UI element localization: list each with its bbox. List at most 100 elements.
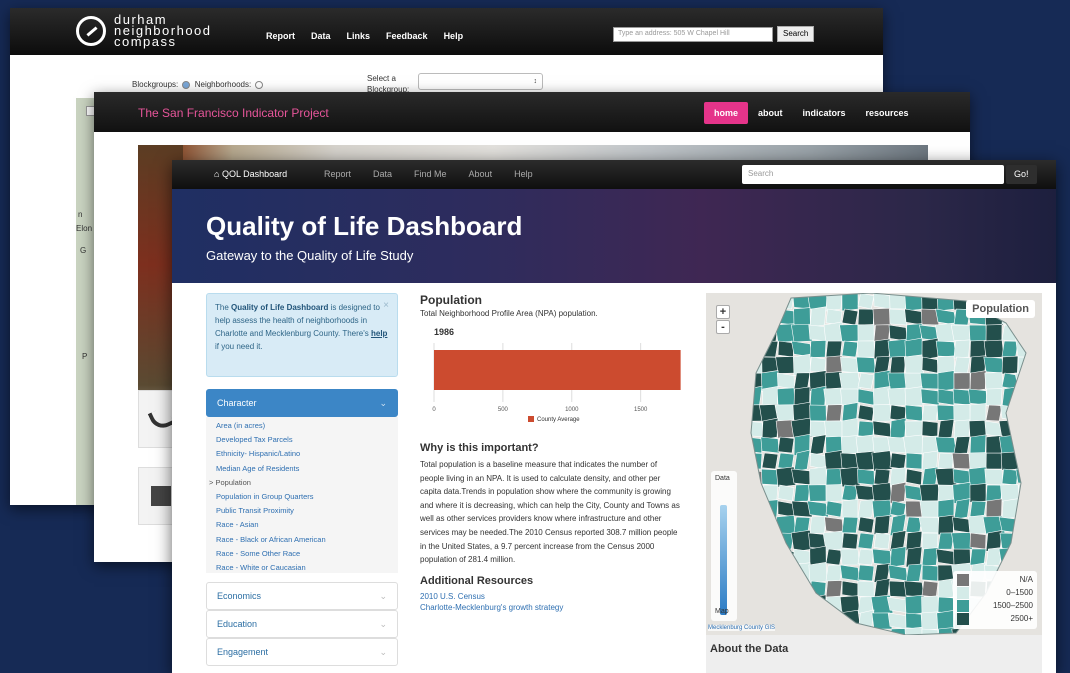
npa-polygon[interactable]: [1033, 453, 1042, 469]
npa-polygon[interactable]: [823, 610, 845, 632]
npa-polygon[interactable]: [793, 580, 811, 598]
npa-polygon[interactable]: [1032, 484, 1042, 503]
npa-polygon[interactable]: [775, 610, 797, 632]
npa-polygon[interactable]: [1034, 498, 1042, 519]
npa-polygon[interactable]: [1017, 404, 1034, 422]
qol-menu-report[interactable]: Report: [324, 169, 351, 179]
npa-polygon[interactable]: [857, 324, 875, 342]
npa-polygon[interactable]: [1034, 531, 1042, 551]
npa-polygon[interactable]: [1001, 340, 1019, 358]
npa-polygon[interactable]: [839, 626, 861, 635]
npa-polygon[interactable]: [872, 548, 892, 566]
npa-polygon[interactable]: [825, 595, 843, 615]
npa-polygon[interactable]: [969, 434, 987, 456]
npa-polygon[interactable]: [985, 324, 1003, 342]
npa-polygon[interactable]: [839, 324, 861, 342]
npa-polygon[interactable]: [760, 562, 780, 584]
npa-polygon[interactable]: [777, 596, 795, 614]
metric-item[interactable]: Race - White or Caucasian: [216, 561, 398, 575]
npa-polygon[interactable]: [888, 324, 908, 342]
npa-polygon[interactable]: [761, 452, 779, 470]
npa-polygon[interactable]: [809, 404, 827, 422]
npa-polygon[interactable]: [951, 532, 973, 550]
npa-polygon[interactable]: [921, 547, 939, 567]
npa-polygon[interactable]: [969, 548, 987, 566]
neighborhoods-radio[interactable]: [255, 80, 264, 89]
npa-polygon[interactable]: [1034, 373, 1042, 389]
npa-polygon[interactable]: [921, 595, 939, 615]
npa-polygon[interactable]: [857, 388, 875, 406]
npa-polygon[interactable]: [761, 580, 779, 598]
durham-menu-links[interactable]: Links: [347, 31, 371, 41]
npa-polygon[interactable]: [905, 468, 923, 486]
npa-polygon[interactable]: [809, 434, 827, 456]
durham-menu-data[interactable]: Data: [311, 31, 331, 41]
npa-polygon[interactable]: [746, 436, 763, 454]
qol-menu-help[interactable]: Help: [514, 169, 533, 179]
npa-polygon[interactable]: [809, 515, 827, 535]
accordion-header-economics[interactable]: Economics ⌄: [206, 582, 398, 610]
npa-polygon[interactable]: [825, 564, 843, 582]
npa-polygon[interactable]: [857, 420, 875, 438]
npa-polygon[interactable]: [919, 500, 941, 518]
npa-polygon[interactable]: [903, 434, 925, 456]
npa-polygon[interactable]: [744, 545, 765, 569]
npa-polygon[interactable]: [809, 452, 827, 470]
npa-polygon[interactable]: [746, 516, 763, 534]
npa-polygon[interactable]: [777, 452, 795, 470]
sf-menu-resources[interactable]: resources: [856, 102, 919, 124]
npa-polygon[interactable]: [919, 372, 941, 390]
npa-polygon[interactable]: [872, 307, 892, 327]
npa-polygon[interactable]: [1017, 548, 1034, 566]
npa-polygon[interactable]: [951, 627, 973, 635]
npa-polygon[interactable]: [871, 450, 893, 472]
npa-polygon[interactable]: [984, 468, 1004, 486]
durham-address-input[interactable]: Type an address: 505 W Chapel Hill: [613, 27, 773, 42]
npa-polygon[interactable]: [1034, 437, 1042, 453]
sf-menu-indicators[interactable]: indicators: [793, 102, 856, 124]
npa-polygon[interactable]: [872, 420, 892, 438]
durham-search-button[interactable]: Search: [777, 26, 815, 42]
npa-polygon[interactable]: [1034, 387, 1042, 407]
npa-polygon[interactable]: [968, 388, 988, 406]
npa-polygon[interactable]: [793, 610, 811, 632]
npa-polygon[interactable]: [1017, 500, 1034, 518]
npa-polygon[interactable]: [822, 530, 846, 552]
npa-polygon[interactable]: [872, 404, 892, 422]
npa-polygon[interactable]: [905, 452, 923, 470]
npa-polygon[interactable]: [1017, 420, 1034, 438]
compass-logo-icon[interactable]: [76, 16, 106, 46]
npa-polygon[interactable]: [746, 308, 763, 326]
opacity-slider[interactable]: Data Map: [711, 471, 737, 621]
qol-menu-about[interactable]: About: [469, 169, 493, 179]
slider-track[interactable]: [720, 505, 727, 615]
npa-polygon[interactable]: [841, 293, 859, 312]
sf-menu-home[interactable]: home: [704, 102, 749, 124]
npa-polygon[interactable]: [793, 595, 811, 615]
npa-polygon[interactable]: [760, 308, 780, 326]
npa-polygon[interactable]: [889, 308, 907, 326]
npa-polygon[interactable]: [841, 532, 859, 550]
metric-item[interactable]: Population in Group Quarters: [216, 490, 398, 504]
npa-polygon[interactable]: [841, 308, 859, 326]
npa-polygon[interactable]: [777, 436, 795, 454]
npa-polygon[interactable]: [873, 468, 891, 486]
resource-link[interactable]: Charlotte-Mecklenburg's growth strategy: [420, 602, 682, 613]
npa-polygon[interactable]: [1001, 355, 1019, 375]
npa-polygon[interactable]: [760, 436, 780, 454]
npa-polygon[interactable]: [793, 484, 811, 502]
npa-polygon[interactable]: [935, 436, 957, 454]
npa-polygon[interactable]: [746, 563, 763, 583]
npa-polygon[interactable]: [985, 388, 1003, 406]
npa-polygon[interactable]: [857, 293, 875, 310]
npa-polygon[interactable]: [904, 308, 924, 326]
npa-polygon[interactable]: [904, 420, 924, 438]
npa-polygon[interactable]: [937, 514, 955, 536]
npa-polygon[interactable]: [1015, 450, 1037, 472]
zoom-out-button[interactable]: -: [716, 320, 730, 334]
npa-polygon[interactable]: [825, 548, 843, 566]
npa-polygon[interactable]: [760, 548, 780, 566]
npa-polygon[interactable]: [824, 516, 844, 534]
npa-polygon[interactable]: [1033, 341, 1042, 357]
metric-item[interactable]: Race - Asian: [216, 518, 398, 532]
